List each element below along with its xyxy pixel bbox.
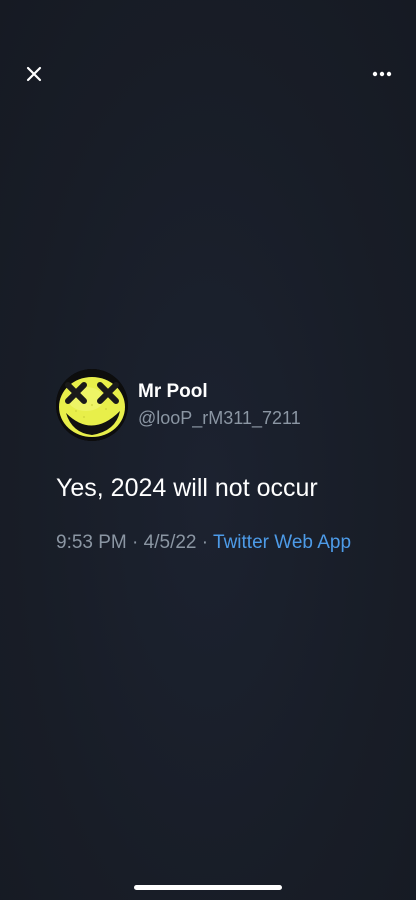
- author-text: Mr Pool @looP_rM311_7211: [138, 380, 301, 430]
- home-indicator[interactable]: [134, 885, 282, 890]
- tweet-text: Yes, 2024 will not occur: [56, 474, 318, 502]
- author-display-name[interactable]: Mr Pool: [138, 380, 301, 404]
- tweet-metadata: 9:53 PM · 4/5/22 · Twitter Web App: [56, 532, 406, 554]
- close-icon: [26, 66, 42, 82]
- tweet-date[interactable]: 4/5/22: [144, 532, 197, 553]
- meta-separator: ·: [132, 532, 139, 553]
- tweet-author[interactable]: Mr Pool @looP_rM311_7211: [56, 368, 406, 442]
- tweet-detail-screen: Mr Pool @looP_rM311_7211 Yes, 2024 will …: [0, 0, 416, 900]
- tweet-source-link[interactable]: Twitter Web App: [213, 532, 351, 553]
- close-button[interactable]: [20, 60, 48, 88]
- top-bar: [0, 56, 416, 92]
- tweet: Mr Pool @looP_rM311_7211 Yes, 2024 will …: [56, 368, 406, 554]
- tweet-time[interactable]: 9:53 PM: [56, 532, 127, 553]
- author-handle[interactable]: @looP_rM311_7211: [138, 406, 301, 430]
- avatar-smiley-icon: [56, 369, 128, 441]
- more-horizontal-icon: [372, 71, 392, 77]
- more-options-button[interactable]: [368, 60, 396, 88]
- meta-separator: ·: [201, 532, 209, 553]
- avatar[interactable]: [56, 369, 128, 441]
